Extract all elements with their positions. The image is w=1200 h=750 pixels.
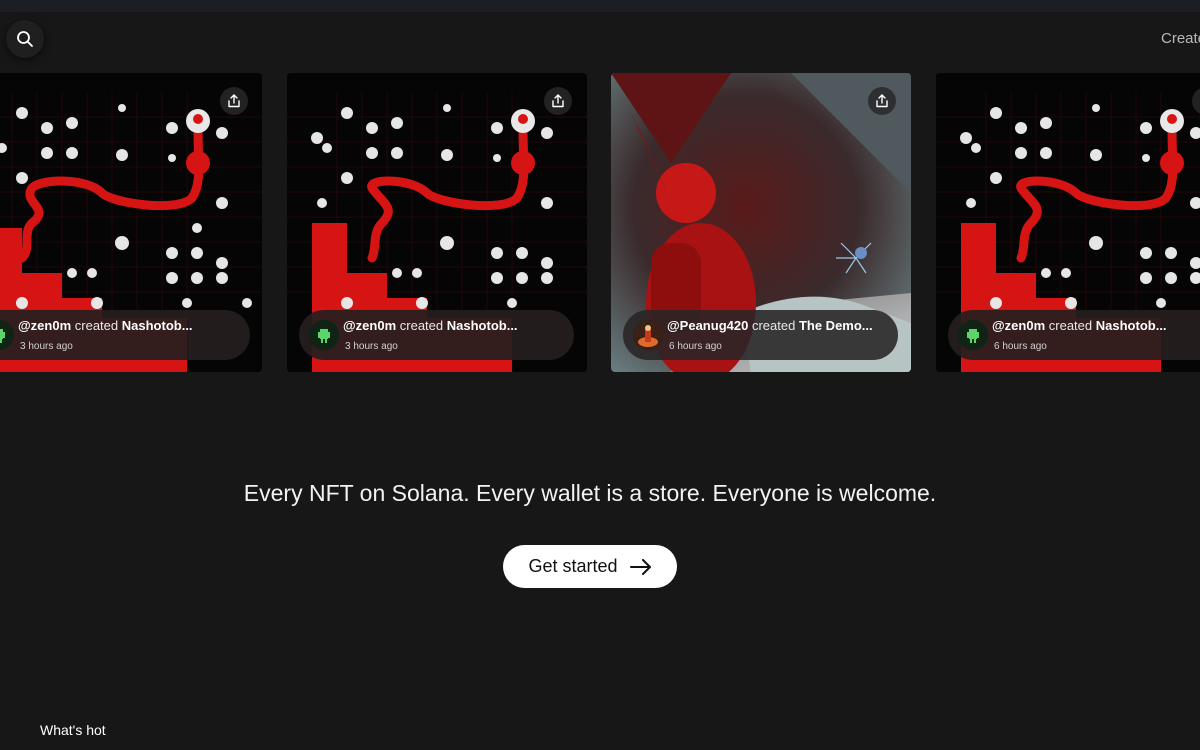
avatar [309, 320, 339, 350]
activity-caption[interactable]: @zen0m created Nashotob... 6 hours ago [948, 310, 1200, 360]
create-link[interactable]: Create [1161, 30, 1200, 47]
share-icon [552, 94, 564, 108]
avatar [633, 320, 663, 350]
share-button[interactable] [868, 87, 896, 115]
arrow-right-icon [629, 558, 651, 575]
hero-tagline: Every NFT on Solana. Every wallet is a s… [243, 480, 937, 506]
activity-time: 3 hours ago [345, 341, 398, 352]
activity-time: 6 hours ago [669, 341, 722, 352]
share-icon [228, 94, 240, 108]
share-button[interactable] [544, 87, 572, 115]
search-button[interactable] [6, 20, 44, 58]
activity-text: @zen0m created Nashotob... [343, 318, 518, 333]
activity-verb: created [751, 318, 796, 333]
avatar [0, 320, 14, 350]
activity-text: @zen0m created Nashotob... [18, 318, 193, 333]
nft-title[interactable]: Nashotob... [1096, 318, 1167, 333]
share-button[interactable] [220, 87, 248, 115]
search-icon [17, 31, 33, 47]
activity-verb: created [399, 318, 444, 333]
user-handle[interactable]: @zen0m [343, 318, 396, 333]
user-handle[interactable]: @zen0m [992, 318, 1045, 333]
activity-text: @Peanug420 created The Demo... [667, 318, 873, 333]
activity-verb: created [1048, 318, 1093, 333]
activity-time: 6 hours ago [994, 341, 1047, 352]
avatar [958, 320, 988, 350]
get-started-label: Get started [528, 556, 618, 576]
nft-title[interactable]: The Demo... [799, 318, 873, 333]
activity-caption[interactable]: @Peanug420 created The Demo... 6 hours a… [623, 310, 898, 360]
page: @zen0m created Nashotob... 3 hours ago @… [0, 0, 1200, 750]
section-heading-whats-hot: What's hot [40, 722, 106, 738]
activity-time: 3 hours ago [20, 341, 73, 352]
activity-caption[interactable]: @zen0m created Nashotob... 3 hours ago [0, 310, 250, 360]
nft-title[interactable]: Nashotob... [122, 318, 193, 333]
nft-title[interactable]: Nashotob... [447, 318, 518, 333]
user-handle[interactable]: @zen0m [18, 318, 71, 333]
activity-caption[interactable]: @zen0m created Nashotob... 3 hours ago [299, 310, 574, 360]
user-handle[interactable]: @Peanug420 [667, 318, 748, 333]
share-icon [876, 94, 888, 108]
activity-verb: created [74, 318, 119, 333]
activity-text: @zen0m created Nashotob... [992, 318, 1167, 333]
get-started-button[interactable]: Get started [503, 545, 677, 588]
